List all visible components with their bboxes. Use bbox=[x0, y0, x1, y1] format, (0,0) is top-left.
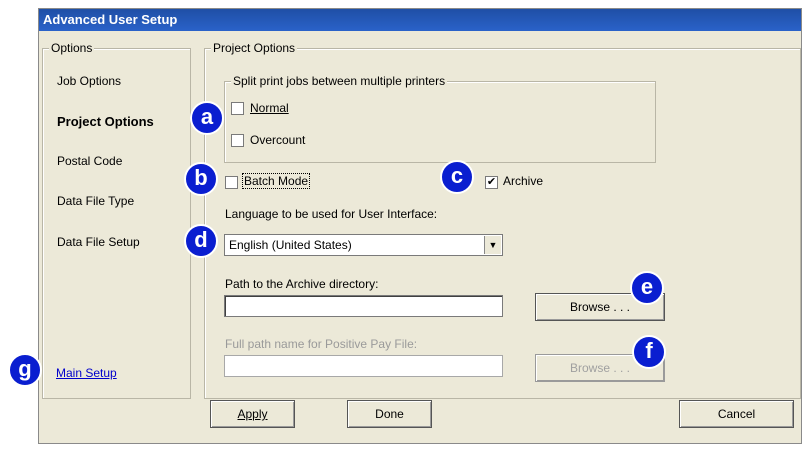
callout-a: a bbox=[190, 101, 224, 135]
positive-pay-label: Full path name for Positive Pay File: bbox=[225, 337, 418, 351]
archive-path-input[interactable] bbox=[224, 295, 503, 317]
callout-g: g bbox=[8, 353, 42, 387]
normal-label: Normal bbox=[250, 101, 289, 115]
checkmark-icon: ✔ bbox=[486, 176, 497, 188]
language-label: Language to be used for User Interface: bbox=[225, 207, 438, 221]
nav-item-postal-code[interactable]: Postal Code bbox=[57, 154, 122, 168]
callout-f: f bbox=[632, 335, 666, 369]
callout-c: c bbox=[440, 160, 474, 194]
batch-mode-label: Batch Mode bbox=[241, 173, 311, 189]
split-print-jobs-group: Split print jobs between multiple printe… bbox=[224, 74, 656, 163]
main-setup-link[interactable]: Main Setup bbox=[56, 366, 117, 380]
options-group: Options Job Options Project Options Post… bbox=[42, 41, 191, 399]
language-select-value: English (United States) bbox=[229, 238, 352, 252]
nav-item-job-options[interactable]: Job Options bbox=[57, 74, 121, 88]
normal-checkbox[interactable] bbox=[231, 102, 244, 115]
nav-item-data-file-type[interactable]: Data File Type bbox=[57, 194, 134, 208]
batch-mode-checkbox[interactable] bbox=[225, 176, 238, 189]
nav-item-data-file-setup[interactable]: Data File Setup bbox=[57, 235, 140, 249]
chevron-down-icon[interactable]: ▼ bbox=[484, 236, 501, 254]
overcount-checkbox[interactable] bbox=[231, 134, 244, 147]
window-title: Advanced User Setup bbox=[39, 9, 801, 31]
project-options-group: Project Options Split print jobs between… bbox=[204, 41, 801, 399]
options-legend: Options bbox=[49, 41, 95, 55]
advanced-user-setup-window: Advanced User Setup Options Job Options … bbox=[38, 8, 802, 444]
positive-pay-input[interactable] bbox=[224, 355, 503, 377]
callout-b: b bbox=[184, 162, 218, 196]
callout-e: e bbox=[630, 271, 664, 305]
archive-label: Archive bbox=[503, 174, 544, 188]
language-select[interactable]: English (United States) ▼ bbox=[224, 234, 503, 256]
archive-path-label: Path to the Archive directory: bbox=[225, 277, 379, 291]
split-print-jobs-legend: Split print jobs between multiple printe… bbox=[231, 74, 448, 88]
overcount-label: Overcount bbox=[250, 133, 306, 147]
project-options-legend: Project Options bbox=[211, 41, 298, 55]
archive-checkbox[interactable]: ✔ bbox=[485, 176, 498, 189]
apply-button[interactable]: Apply bbox=[210, 400, 295, 428]
callout-d: d bbox=[184, 224, 218, 258]
cancel-button[interactable]: Cancel bbox=[679, 400, 794, 428]
done-button[interactable]: Done bbox=[347, 400, 432, 428]
nav-item-project-options[interactable]: Project Options bbox=[57, 114, 154, 129]
